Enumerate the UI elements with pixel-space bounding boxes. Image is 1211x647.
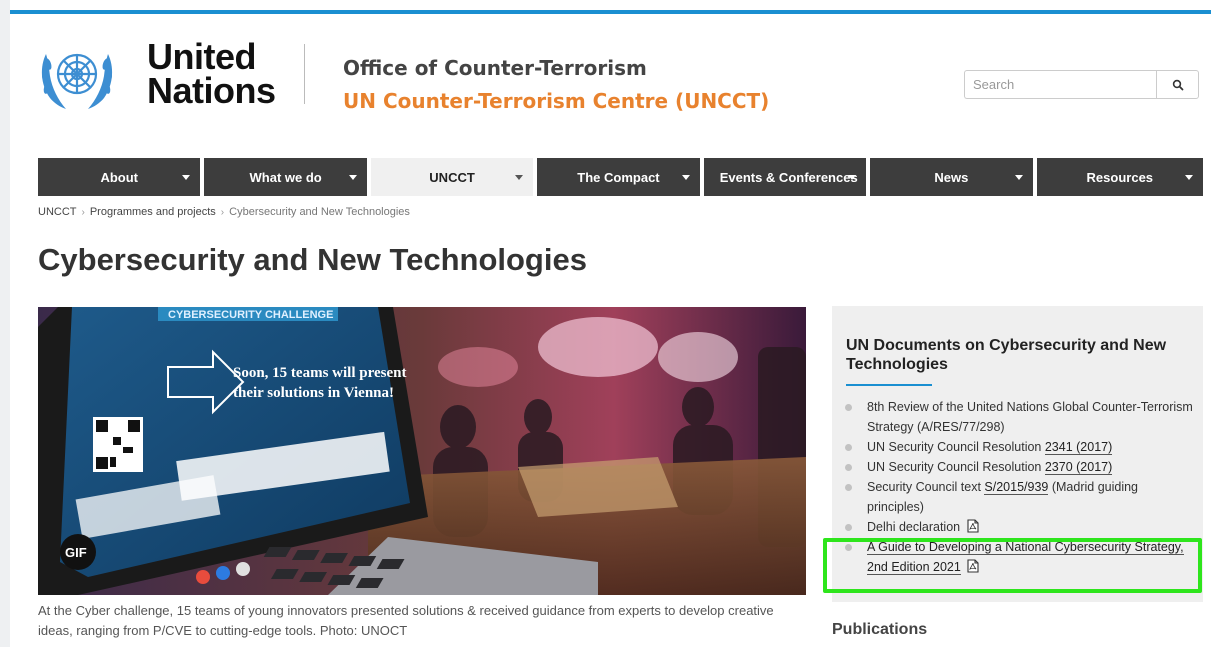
- sidebar-title-underline: [846, 384, 932, 386]
- document-list: 8th Review of the United Nations Global …: [845, 397, 1195, 577]
- document-link-2341[interactable]: 2341 (2017): [1044, 440, 1113, 455]
- hero-screen-text-1: Soon, 15 teams will present: [233, 365, 406, 381]
- top-accent-bar: [10, 10, 1211, 14]
- document-text: Security Council text: [867, 480, 985, 494]
- sidebar-documents: UN Documents on Cybersecurity and New Te…: [832, 306, 1203, 602]
- search-button[interactable]: [1156, 70, 1199, 99]
- nav-item-the-compact[interactable]: The Compact: [537, 158, 700, 196]
- document-item[interactable]: Delhi declaration: [845, 517, 1195, 537]
- chevron-down-icon: [1185, 175, 1193, 180]
- document-link-s-2015-939[interactable]: S/2015/939: [984, 480, 1049, 495]
- document-text: UN Security Council Resolution: [867, 440, 1045, 454]
- pdf-icon: [967, 559, 979, 573]
- nav-item-news[interactable]: News: [870, 158, 1033, 196]
- page-edge-shade: [0, 0, 10, 647]
- office-title: Office of Counter-Terrorism: [343, 56, 647, 80]
- nav-item-events-conferences[interactable]: Events & Conferences: [703, 158, 867, 196]
- breadcrumb-link-programmes[interactable]: Programmes and projects: [90, 206, 216, 218]
- document-text: UN Security Council Resolution: [867, 460, 1045, 474]
- hero-caption: At the Cyber challenge, 15 teams of youn…: [38, 603, 774, 638]
- breadcrumb-link-uncct[interactable]: UNCCT: [38, 206, 77, 218]
- org-name-line1: United: [147, 36, 256, 77]
- document-link-delhi-declaration[interactable]: Delhi declaration: [867, 520, 960, 534]
- nav-item-label: Resources: [1086, 169, 1154, 185]
- office-subtitle: UN Counter-Terrorism Centre (UNCCT): [343, 89, 770, 113]
- header-divider: [304, 44, 305, 104]
- document-item: UN Security Council Resolution 2370 (201…: [845, 457, 1195, 477]
- nav-item-label: What we do: [249, 169, 322, 185]
- document-text: 8th Review of the United Nations Global …: [867, 400, 1193, 434]
- search-icon: [1172, 79, 1183, 90]
- chevron-down-icon: [848, 175, 857, 180]
- nav-item-label: News: [934, 169, 969, 185]
- document-item: UN Security Council Resolution 2341 (201…: [845, 437, 1195, 457]
- document-item[interactable]: 8th Review of the United Nations Global …: [845, 397, 1195, 437]
- un-emblem-logo[interactable]: [36, 40, 118, 112]
- hero-gif-badge: GIF: [65, 545, 87, 560]
- breadcrumb-separator: ›: [220, 206, 225, 218]
- document-item-highlighted[interactable]: A Guide to Developing a National Cyberse…: [845, 537, 1195, 577]
- pdf-icon: [967, 519, 979, 533]
- nav-item-resources[interactable]: Resources: [1036, 158, 1203, 196]
- hero-photo: CYBERSECURITY CHALLENGE Soon, 15 teams w…: [38, 307, 806, 595]
- chevron-down-icon: [1014, 175, 1023, 180]
- org-name-line2: Nations: [147, 70, 276, 111]
- document-link-2370[interactable]: 2370 (2017): [1044, 460, 1113, 475]
- nav-item-uncct[interactable]: UNCCT: [370, 158, 534, 196]
- chevron-down-icon: [182, 175, 191, 180]
- nav-item-what-we-do[interactable]: What we do: [204, 158, 367, 196]
- document-item: Security Council text S/2015/939 (Madrid…: [845, 477, 1195, 517]
- nav-item-label: UNCCT: [429, 169, 475, 185]
- chevron-down-icon: [348, 175, 357, 180]
- org-name[interactable]: United Nations: [147, 36, 276, 111]
- chevron-down-icon: [681, 175, 690, 180]
- hero-screen-banner: CYBERSECURITY CHALLENGE: [168, 309, 333, 321]
- nav-item-label: Events & Conferences: [719, 169, 858, 185]
- nav-item-label: About: [100, 169, 138, 185]
- publications-heading: Publications: [832, 621, 928, 638]
- nav-item-about[interactable]: About: [38, 158, 201, 196]
- breadcrumb-separator: ›: [81, 206, 85, 218]
- breadcrumb-current: Cybersecurity and New Technologies: [229, 206, 410, 218]
- document-link-cybersecurity-strategy-guide[interactable]: A Guide to Developing a National Cyberse…: [867, 540, 1184, 575]
- hero-screen-text-2: their solutions in Vienna!: [233, 385, 394, 401]
- sidebar-title: UN Documents on Cybersecurity and New Te…: [846, 337, 1167, 373]
- breadcrumb: UNCCT › Programmes and projects › Cybers…: [38, 206, 410, 218]
- nav-item-label: The Compact: [577, 169, 660, 185]
- page-title: Cybersecurity and New Technologies: [38, 242, 587, 277]
- search-input[interactable]: [964, 70, 1157, 99]
- chevron-down-icon: [515, 175, 524, 180]
- main-nav: About What we do UNCCT The Compact Event…: [38, 158, 1203, 196]
